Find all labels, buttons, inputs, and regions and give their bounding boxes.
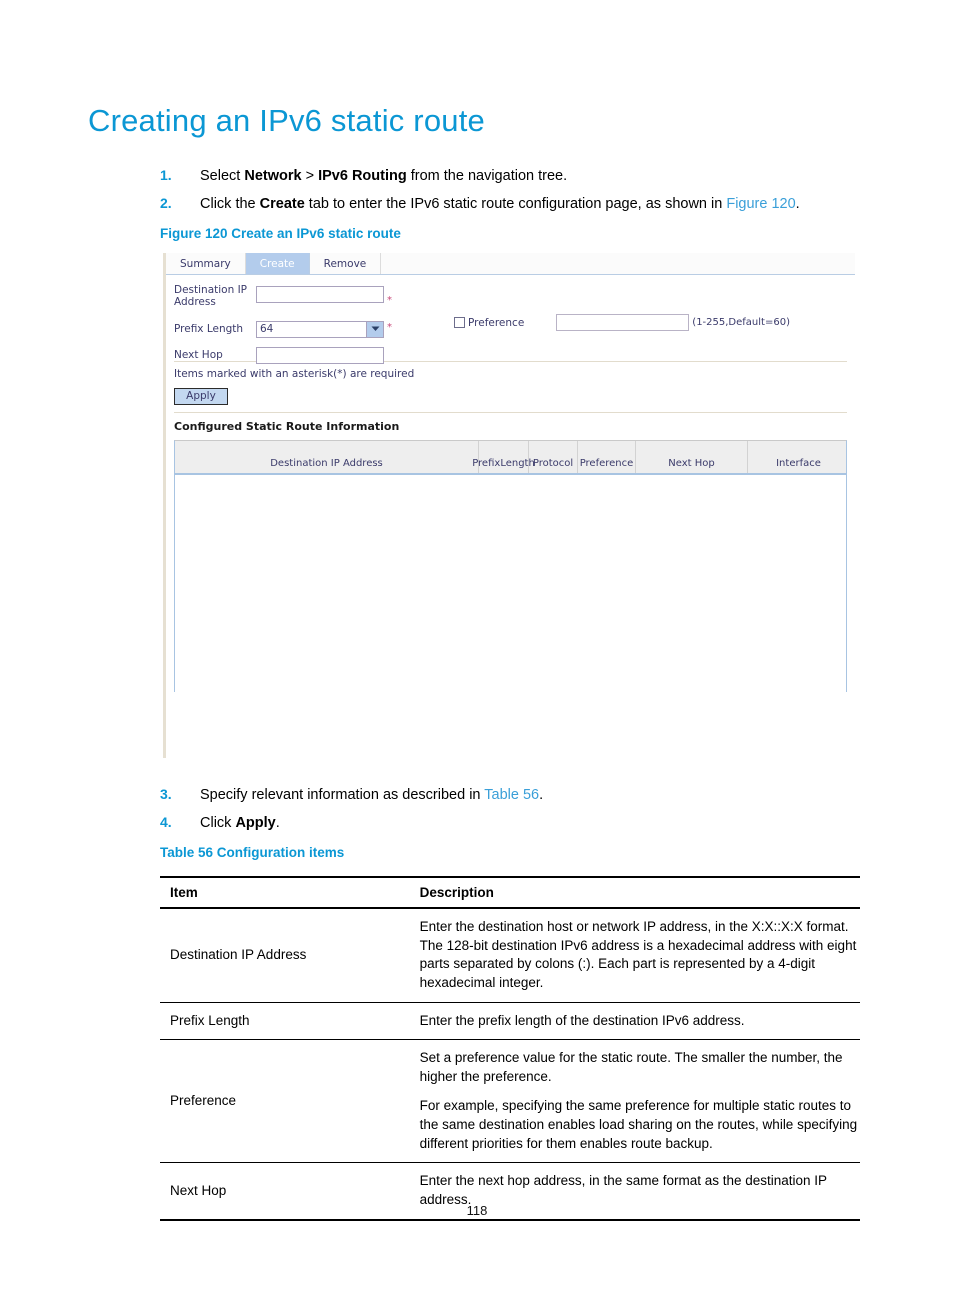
- grid-column-header: Protocol: [529, 440, 578, 473]
- destination-ip-label: Destination IP Address: [174, 284, 256, 309]
- step-text-span: Click: [200, 815, 236, 832]
- preference-hint: (1-255,Default=60): [692, 317, 790, 328]
- step-number: 4.: [160, 814, 172, 831]
- destination-ip-input[interactable]: [256, 286, 384, 303]
- table-header-row: Item Description: [160, 876, 860, 909]
- page-title: Creating an IPv6 static route: [88, 103, 485, 138]
- next-hop-row: Next Hop: [174, 344, 855, 366]
- preference-group: Preference (1-255,Default=60): [454, 314, 790, 331]
- step-item: 3. Specify relevant information as descri…: [160, 786, 860, 804]
- grid-column-header-line1: Prefix: [472, 458, 501, 469]
- step-text-span: from the navigation tree.: [406, 168, 568, 184]
- configuration-items-table: Item Description Destination IP Address E…: [160, 876, 860, 1221]
- prefix-length-required-marker: *: [387, 322, 392, 333]
- grid-column-header-line2: Interface: [776, 458, 821, 469]
- step-emphasis: Network: [244, 168, 302, 184]
- description-paragraph: Set a preference value for the static ro…: [419, 1050, 843, 1084]
- static-route-form: Destination IP Address * Prefix Length 6…: [166, 275, 855, 364]
- grid-column-header: Preference: [578, 440, 636, 473]
- prefix-length-value: 64: [260, 323, 274, 335]
- destination-ip-label-line1: Destination IP: [174, 284, 248, 296]
- cross-reference-link[interactable]: Figure 120: [726, 196, 795, 212]
- description-paragraph: For example, specifying the same prefere…: [419, 1098, 858, 1151]
- chevron-down-icon[interactable]: [366, 321, 383, 337]
- column-header-item: Item: [160, 876, 410, 909]
- embedded-ui-screenshot: Summary Create Remove Destination IP Add…: [163, 253, 855, 758]
- table-cell-item: Prefix Length: [160, 1002, 410, 1041]
- tab-remove[interactable]: Remove: [309, 253, 382, 274]
- step-emphasis: Create: [259, 196, 305, 213]
- step-text-span: .: [539, 787, 544, 803]
- step-number: 3.: [160, 786, 172, 802]
- preference-checkbox[interactable]: [454, 317, 465, 328]
- next-hop-label: Next Hop: [174, 348, 223, 361]
- destination-ip-row: Destination IP Address *: [174, 284, 855, 314]
- prefix-length-select[interactable]: 64: [256, 320, 384, 338]
- step-text: Click the Create tab to enter the IPv6 s…: [200, 195, 860, 213]
- apply-button-wrap: Apply: [166, 384, 855, 405]
- step-text-span: .: [275, 815, 280, 832]
- table-cell-description: Enter the prefix length of the destinati…: [409, 1002, 860, 1041]
- column-header-description: Description: [409, 876, 860, 909]
- step-text-span: Click the: [200, 196, 260, 213]
- step-text-span: .: [795, 196, 800, 213]
- grid-column-header-line2: Protocol: [532, 458, 574, 469]
- grid-column-header: Interface: [748, 441, 849, 473]
- results-section-title: Configured Static Route Information: [174, 419, 400, 433]
- grid-column-header: Destination IP Address: [175, 440, 479, 473]
- table-cell-description: Set a preference value for the static ro…: [409, 1039, 860, 1164]
- table-cell-description: Enter the destination host or network IP…: [409, 908, 860, 1003]
- preference-input[interactable]: [556, 314, 690, 331]
- grid-column-header-line2: Preference: [579, 458, 634, 469]
- destination-ip-label-line2: Address: [174, 296, 216, 309]
- destination-ip-required-marker: *: [387, 295, 392, 306]
- table-row: Destination IP Address Enter the destinat…: [160, 908, 860, 1003]
- grid-column-header: Prefix Length: [472, 440, 535, 473]
- step-item: 2. Click the Create tab to enter the IPv6…: [160, 195, 860, 213]
- step-text-span: >: [301, 168, 319, 184]
- table-cell-item: Preference: [160, 1039, 410, 1164]
- table-cell-item: Destination IP Address: [160, 908, 410, 1003]
- preference-label: Preference: [468, 316, 525, 329]
- steps-list-bottom: 3. Specify relevant information as descri…: [160, 786, 860, 842]
- grid-body-empty: [175, 474, 846, 693]
- figure-caption: Figure 120 Create an IPv6 static route: [160, 226, 401, 241]
- steps-list-top: 1. Select Network > IPv6 Routing from the…: [160, 167, 860, 223]
- apply-button[interactable]: Apply: [174, 387, 228, 405]
- tab-summary[interactable]: Summary: [166, 253, 246, 274]
- prefix-length-label: Prefix Length: [174, 322, 244, 335]
- grid-header-row: Destination IP Address Prefix Length Protoc…: [175, 440, 849, 475]
- tab-strip-filler: [381, 253, 855, 274]
- step-text-span: Select: [200, 168, 245, 184]
- step-item: 4. Click Apply.: [160, 814, 860, 832]
- static-route-grid: Destination IP Address Prefix Length Protoc…: [174, 439, 849, 693]
- table-row: Prefix Length Enter the prefix length of …: [160, 1002, 860, 1041]
- grid-column-header-line2: Destination IP Address: [270, 458, 383, 469]
- cross-reference-link[interactable]: Table 56: [484, 787, 539, 803]
- grid-column-header-line2: Next Hop: [668, 458, 715, 469]
- next-hop-input[interactable]: [256, 346, 384, 364]
- step-item: 1. Select Network > IPv6 Routing from the…: [160, 167, 860, 185]
- step-text: Click Apply.: [200, 814, 860, 832]
- table-caption: Table 56 Configuration items: [160, 845, 345, 860]
- step-emphasis: IPv6 Routing: [318, 168, 407, 184]
- step-text-span: tab to enter the IPv6 static route confi…: [304, 196, 727, 213]
- step-text-span: Specify relevant information as describe…: [200, 787, 485, 803]
- grid-column-header: Next Hop: [636, 440, 748, 473]
- step-emphasis: Apply: [235, 815, 276, 832]
- step-text: Specify relevant information as describe…: [200, 786, 860, 804]
- step-number: 2.: [160, 195, 172, 212]
- description-paragraph: Enter the prefix length of the destinati…: [419, 1012, 745, 1028]
- description-paragraph: Enter the destination host or network IP…: [419, 919, 857, 990]
- step-number: 1.: [160, 167, 172, 183]
- tab-strip: Summary Create Remove: [166, 253, 855, 275]
- table-row: Preference Set a preference value for the…: [160, 1039, 860, 1164]
- tab-create[interactable]: Create: [245, 253, 310, 274]
- page-number: 118: [466, 1203, 488, 1218]
- step-text: Select Network > IPv6 Routing from the n…: [200, 167, 860, 185]
